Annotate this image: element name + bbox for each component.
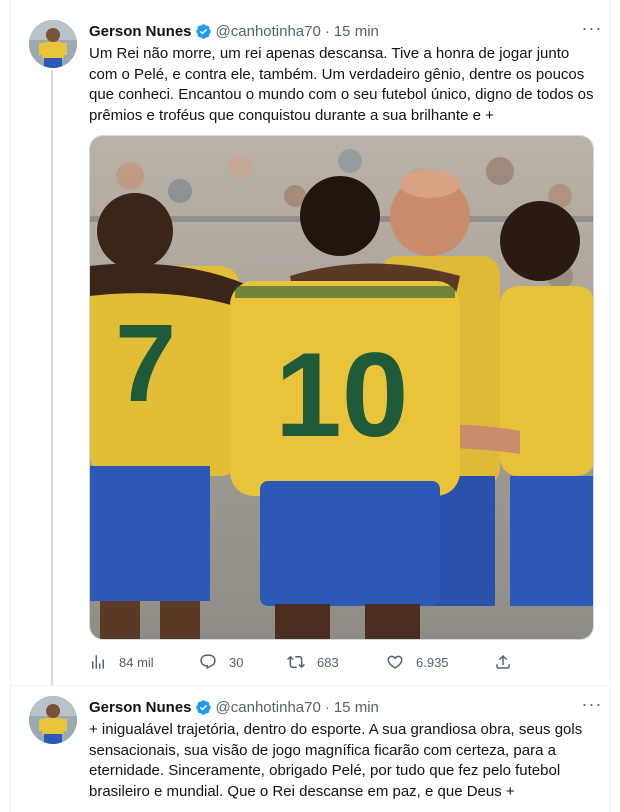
author-name[interactable]: Gerson Nunes (89, 23, 192, 40)
tweet-text: + inigualável trajetória, dentro do espo… (89, 721, 583, 800)
tweet-actions: 84 mil 30 683 6.935 (89, 650, 599, 674)
views-button[interactable]: 84 mil (89, 650, 154, 674)
photo-players-celebrating: 7 10 (90, 136, 593, 639)
verified-badge-icon (195, 699, 212, 716)
reply-icon (200, 654, 216, 670)
more-icon[interactable]: ··· (580, 695, 604, 717)
share-button[interactable] (494, 650, 524, 674)
more-icon[interactable]: ··· (580, 19, 604, 41)
thread-connector-line (51, 70, 53, 685)
separator-dot: · (324, 22, 330, 40)
avatar-image (29, 696, 77, 744)
tweet-text: Um Rei não morre, um rei apenas descansa… (89, 45, 594, 124)
author-handle[interactable]: @canhotinha70 (216, 699, 321, 716)
views-count: 84 mil (119, 654, 154, 670)
tweet-photo[interactable]: 7 10 (89, 135, 594, 640)
jersey-number: 10 (275, 328, 408, 462)
tweet-header: Gerson Nunes @canhotinha70 · 15 min (89, 20, 379, 42)
separator-dot: · (324, 698, 330, 716)
left-player-number: 7 (115, 302, 176, 425)
views-icon (92, 655, 104, 669)
verified-badge-icon (195, 23, 212, 40)
avatar[interactable] (29, 696, 77, 744)
author-name[interactable]: Gerson Nunes (89, 699, 192, 716)
retweet-button[interactable]: 683 (287, 650, 339, 674)
tweet-divider (11, 685, 610, 686)
reply-button[interactable]: 30 (199, 650, 243, 674)
author-handle[interactable]: @canhotinha70 (216, 23, 321, 40)
tweet-header: Gerson Nunes @canhotinha70 · 15 min (89, 696, 379, 718)
like-button[interactable]: 6.935 (386, 650, 449, 674)
reply-count: 30 (229, 654, 244, 670)
retweet-icon (287, 655, 305, 669)
like-icon (387, 655, 403, 669)
like-count: 6.935 (416, 654, 449, 670)
share-icon (496, 654, 510, 669)
avatar[interactable] (29, 20, 77, 68)
timeline-border-left (10, 0, 11, 812)
timeline-border-right (610, 0, 611, 812)
timestamp[interactable]: 15 min (334, 23, 379, 40)
timestamp[interactable]: 15 min (334, 699, 379, 716)
avatar-image (29, 20, 77, 68)
retweet-count: 683 (317, 654, 339, 670)
